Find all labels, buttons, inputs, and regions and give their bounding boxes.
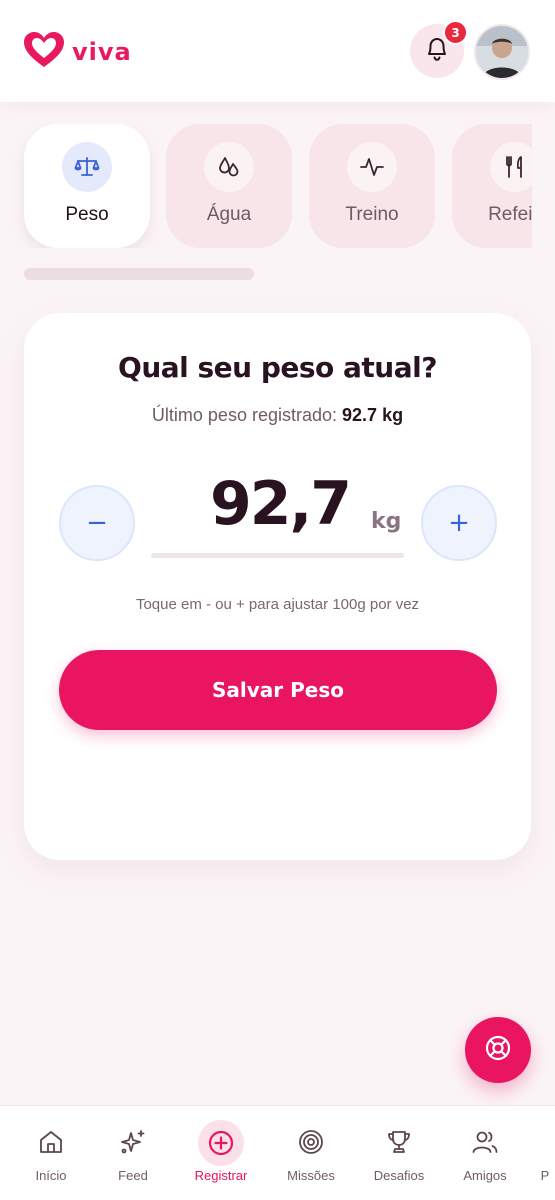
- utensils-icon: [490, 142, 532, 192]
- nav-item-inicio[interactable]: Início: [11, 1106, 91, 1200]
- increase-weight-button[interactable]: +: [421, 485, 497, 561]
- tab-refeicao[interactable]: Refeiç: [452, 124, 532, 248]
- nav-item-feed[interactable]: Feed: [93, 1106, 173, 1200]
- adjust-hint: Toque em - ou + para ajustar 100g por ve…: [135, 596, 420, 613]
- activity-icon: [347, 142, 397, 192]
- heart-icon: [22, 30, 66, 74]
- minus-icon: −: [86, 508, 108, 538]
- weight-underline: [151, 553, 404, 558]
- target-icon: [291, 1122, 331, 1162]
- bottom-navigation: Início Feed Registrar Missões Desafios A…: [0, 1105, 555, 1200]
- app-logo[interactable]: viva: [22, 30, 132, 74]
- water-drops-icon: [204, 142, 254, 192]
- tabs-scrollbar[interactable]: [24, 268, 254, 280]
- sparkles-icon: [113, 1122, 153, 1162]
- help-button[interactable]: [465, 1017, 531, 1083]
- logo-text: viva: [72, 38, 132, 66]
- weight-unit: kg: [371, 509, 402, 534]
- notifications-button[interactable]: 3: [410, 20, 468, 78]
- weight-card: Qual seu peso atual? Último peso registr…: [24, 313, 531, 860]
- users-icon: [465, 1122, 505, 1162]
- home-icon: [31, 1122, 71, 1162]
- nav-item-desafios[interactable]: Desafios: [359, 1106, 439, 1200]
- decrease-weight-button[interactable]: −: [59, 485, 135, 561]
- nav-item-registrar[interactable]: Registrar: [181, 1106, 261, 1200]
- notification-badge: 3: [443, 20, 468, 45]
- card-title: Qual seu peso atual?: [118, 351, 437, 384]
- tab-label: Peso: [65, 204, 109, 225]
- plus-circle-icon: [198, 1120, 244, 1166]
- app-header: viva 3: [0, 0, 555, 102]
- tab-label: Refeiç: [488, 204, 532, 225]
- tab-agua[interactable]: Água: [166, 124, 292, 248]
- nav-label: Missões: [287, 1168, 335, 1183]
- lifebuoy-icon: [484, 1034, 512, 1066]
- save-weight-button[interactable]: Salvar Peso: [59, 650, 497, 730]
- user-avatar[interactable]: [474, 24, 530, 80]
- nav-item-missoes[interactable]: Missões: [271, 1106, 351, 1200]
- nav-label: Início: [35, 1168, 67, 1183]
- nav-item-perfil[interactable]: P: [505, 1106, 555, 1200]
- nav-label: Registrar: [194, 1168, 248, 1183]
- nav-label: Desafios: [373, 1168, 425, 1183]
- last-weight-value: 92.7 kg: [342, 405, 404, 425]
- tab-label: Água: [206, 204, 252, 225]
- nav-label: P: [540, 1168, 550, 1183]
- nav-label: Feed: [118, 1168, 148, 1183]
- trophy-icon: [379, 1122, 419, 1162]
- scale-icon: [62, 142, 112, 192]
- tab-peso[interactable]: Peso: [24, 124, 150, 248]
- last-weight-text: Último peso registrado: 92.7 kg: [24, 405, 531, 426]
- tab-treino[interactable]: Treino: [309, 124, 435, 248]
- plus-icon: +: [448, 508, 470, 538]
- tab-label: Treino: [345, 204, 399, 225]
- last-weight-label: Último peso registrado:: [151, 405, 338, 425]
- category-tabs: Peso Água Treino Refeiç: [0, 124, 532, 248]
